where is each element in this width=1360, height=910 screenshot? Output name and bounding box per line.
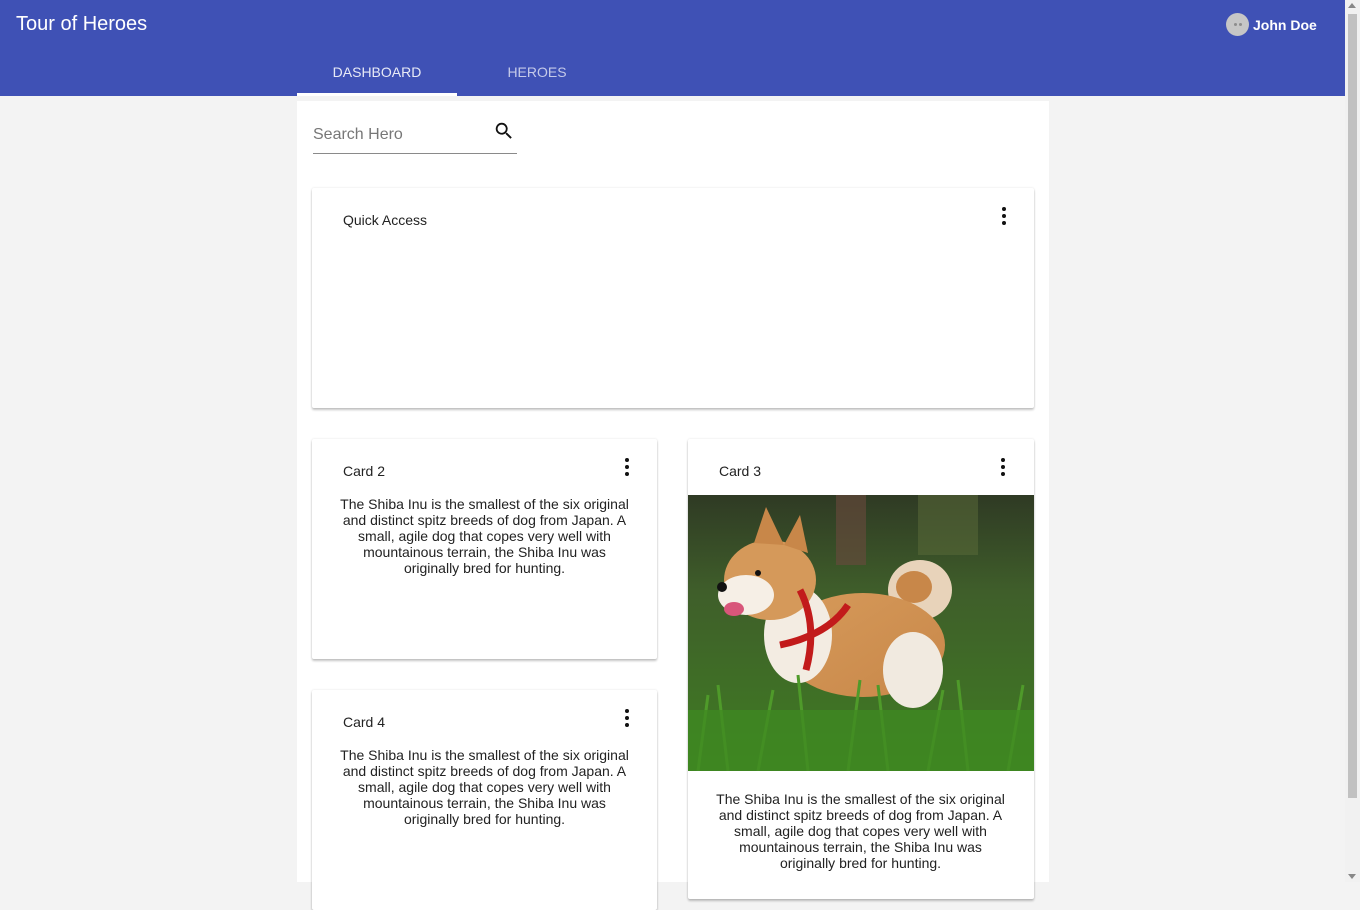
more-vert-icon: [1001, 458, 1005, 476]
search-input[interactable]: [313, 126, 483, 144]
page-scrollbar[interactable]: [1345, 0, 1360, 882]
card-title: Card 4: [343, 714, 386, 730]
app-toolbar: Tour of Heroes John Doe DASHBOARD HEROES: [0, 0, 1345, 96]
app-title: Tour of Heroes: [16, 13, 148, 35]
tab-dashboard[interactable]: DASHBOARD: [297, 48, 457, 96]
scroll-thumb[interactable]: [1348, 14, 1357, 798]
shiba-inu-photo: [688, 495, 1034, 771]
card-2: Card 2 The Shiba Inu is the smallest of …: [312, 439, 657, 659]
card-menu-button[interactable]: [615, 706, 639, 730]
search-icon[interactable]: [493, 120, 515, 147]
card-description: The Shiba Inu is the smallest of the six…: [340, 747, 629, 827]
card-menu-button[interactable]: [991, 455, 1015, 479]
more-vert-icon: [625, 458, 629, 476]
more-vert-icon: [1002, 207, 1006, 225]
avatar-icon: [1226, 13, 1249, 36]
card-description: The Shiba Inu is the smallest of the six…: [340, 496, 629, 576]
user-menu[interactable]: John Doe: [1226, 13, 1317, 36]
user-name: John Doe: [1253, 16, 1317, 33]
card-menu-button[interactable]: [992, 204, 1016, 228]
nav-tabs: DASHBOARD HEROES: [297, 48, 617, 96]
more-vert-icon: [625, 709, 629, 727]
card-title: Card 2: [343, 463, 386, 479]
card-3: Card 3 The Shiba Inu is the smallest of …: [688, 439, 1034, 899]
quick-access-card: Quick Access: [312, 188, 1034, 408]
card-menu-button[interactable]: [615, 455, 639, 479]
card-description: The Shiba Inu is the smallest of the six…: [716, 791, 1005, 871]
tab-heroes[interactable]: HEROES: [457, 48, 617, 96]
card-title: Card 3: [719, 463, 762, 479]
scroll-up-icon[interactable]: [1348, 3, 1356, 8]
scroll-down-icon[interactable]: [1348, 874, 1356, 879]
card-4: Card 4 The Shiba Inu is the smallest of …: [312, 690, 657, 910]
card-title: Quick Access: [343, 212, 428, 228]
search-field: [313, 116, 517, 154]
dashboard-content: Quick Access Card 2 The Shiba Inu is the…: [297, 101, 1049, 910]
